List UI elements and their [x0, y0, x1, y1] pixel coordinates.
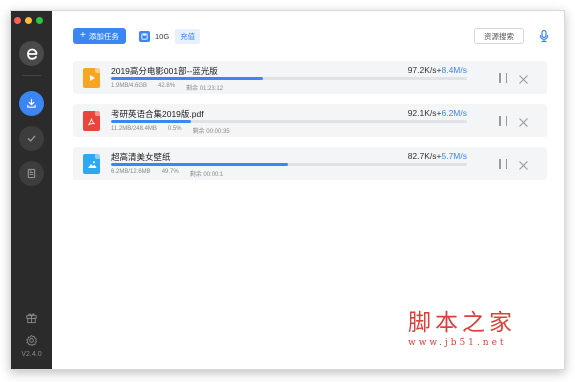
- sidebar: V2.4.0: [11, 11, 52, 369]
- download-speed: 82.7K/s: [407, 151, 437, 161]
- task-item[interactable]: 考研英语合集2019版.pdf 92.1K/s+6.2M/s 11.2MB/24…: [73, 104, 547, 137]
- task-item[interactable]: 超高清美女壁纸 82.7K/s+5.7M/s 6.2MB/12.6MB 49.7…: [73, 147, 547, 180]
- check-icon: [27, 135, 36, 142]
- task-meta: 1.9MB/4.6GB 42.8% 剩余 01:23:12: [111, 83, 223, 92]
- task-size: 11.2MB/248.4MB: [111, 126, 157, 132]
- download-speed: 92.1K/s: [407, 108, 437, 118]
- task-meta: 11.2MB/248.4MB 0.5% 剩余 00:00:35: [111, 126, 230, 135]
- task-percent: 42.8%: [158, 83, 176, 89]
- pause-icon: [499, 73, 501, 83]
- pdf-file-icon: [83, 111, 100, 131]
- logo-icon: [26, 48, 37, 60]
- task-remaining: 剩余 00:00:35: [192, 129, 230, 135]
- close-window-button[interactable]: [14, 17, 21, 24]
- microphone-button[interactable]: [538, 29, 550, 43]
- task-speed: 97.2K/s+8.4M/s: [408, 65, 467, 75]
- task-size: 6.2MB/12.6MB: [111, 169, 151, 175]
- sidebar-item-completed[interactable]: [19, 126, 44, 151]
- resource-search-button[interactable]: 资源搜索: [474, 28, 524, 44]
- sidebar-item-trash[interactable]: [19, 161, 44, 186]
- watermark: 脚本之家 www.jb51.net: [408, 303, 516, 348]
- task-name: 考研英语合集2019版.pdf: [111, 109, 204, 119]
- app-logo: [19, 41, 44, 66]
- settings-button[interactable]: [24, 333, 39, 348]
- task-speed: 82.7K/s+5.7M/s: [408, 151, 467, 161]
- gear-icon: [26, 334, 38, 347]
- recharge-button[interactable]: 充值: [175, 28, 201, 44]
- remove-task-button[interactable]: [518, 72, 529, 84]
- close-icon: [519, 75, 528, 84]
- archive-icon: [27, 168, 36, 179]
- pause-button[interactable]: [499, 73, 507, 83]
- task-size: 1.9MB/4.6GB: [111, 83, 148, 89]
- plus-icon: +: [80, 29, 86, 41]
- storage-quota: 10G 充值: [139, 28, 201, 44]
- remove-task-button[interactable]: [518, 158, 529, 170]
- add-task-button[interactable]: + 添加任务: [73, 28, 126, 44]
- maximize-window-button[interactable]: [36, 17, 43, 24]
- task-progress-bar: [111, 77, 467, 80]
- video-file-icon: [83, 68, 100, 88]
- close-icon: [519, 118, 528, 127]
- watermark-title: 脚本之家: [408, 310, 516, 336]
- task-remaining: 剩余 00:00:1: [189, 172, 224, 178]
- microphone-icon: [539, 29, 549, 43]
- watermark-url: www.jb51.net: [408, 338, 507, 348]
- task-percent: 0.5%: [167, 126, 182, 132]
- task-progress-bar: [111, 120, 467, 123]
- task-remaining: 剩余 01:23:12: [186, 86, 224, 92]
- pause-icon: [499, 159, 501, 169]
- task-percent: 49.7%: [161, 169, 179, 175]
- app-version: V2.4.0: [21, 351, 42, 358]
- minimize-window-button[interactable]: [25, 17, 32, 24]
- pause-button[interactable]: [499, 159, 507, 169]
- task-progress-fill: [111, 77, 264, 80]
- gift-button[interactable]: [24, 310, 39, 325]
- download-icon: [27, 98, 36, 108]
- sidebar-divider: [22, 75, 41, 76]
- gift-icon: [26, 313, 37, 324]
- upload-speed: 5.7M/s: [441, 151, 467, 161]
- upload-speed: 6.2M/s: [441, 108, 467, 118]
- close-icon: [519, 161, 528, 170]
- task-name: 2019高分电影001部--蓝光版: [111, 66, 218, 76]
- add-task-label: 添加任务: [88, 31, 119, 41]
- download-speed: 97.2K/s: [407, 65, 437, 75]
- task-meta: 6.2MB/12.6MB 49.7% 剩余 00:00:1: [111, 169, 223, 178]
- task-progress-fill: [111, 120, 192, 123]
- task-item[interactable]: 2019高分电影001部--蓝光版 97.2K/s+8.4M/s 1.9MB/4…: [73, 61, 547, 94]
- window-controls: [14, 17, 43, 24]
- upload-speed: 8.4M/s: [441, 65, 467, 75]
- pause-button[interactable]: [499, 116, 507, 126]
- task-progress-bar: [111, 163, 467, 166]
- sidebar-item-downloading[interactable]: [19, 91, 44, 116]
- disk-icon: [139, 30, 150, 42]
- pause-icon: [499, 116, 501, 126]
- task-speed: 92.1K/s+6.2M/s: [408, 108, 467, 118]
- task-name: 超高清美女壁纸: [111, 152, 171, 162]
- remove-task-button[interactable]: [518, 115, 529, 127]
- image-file-icon: [83, 154, 100, 174]
- task-progress-fill: [111, 163, 288, 166]
- quota-size: 10G: [155, 31, 170, 41]
